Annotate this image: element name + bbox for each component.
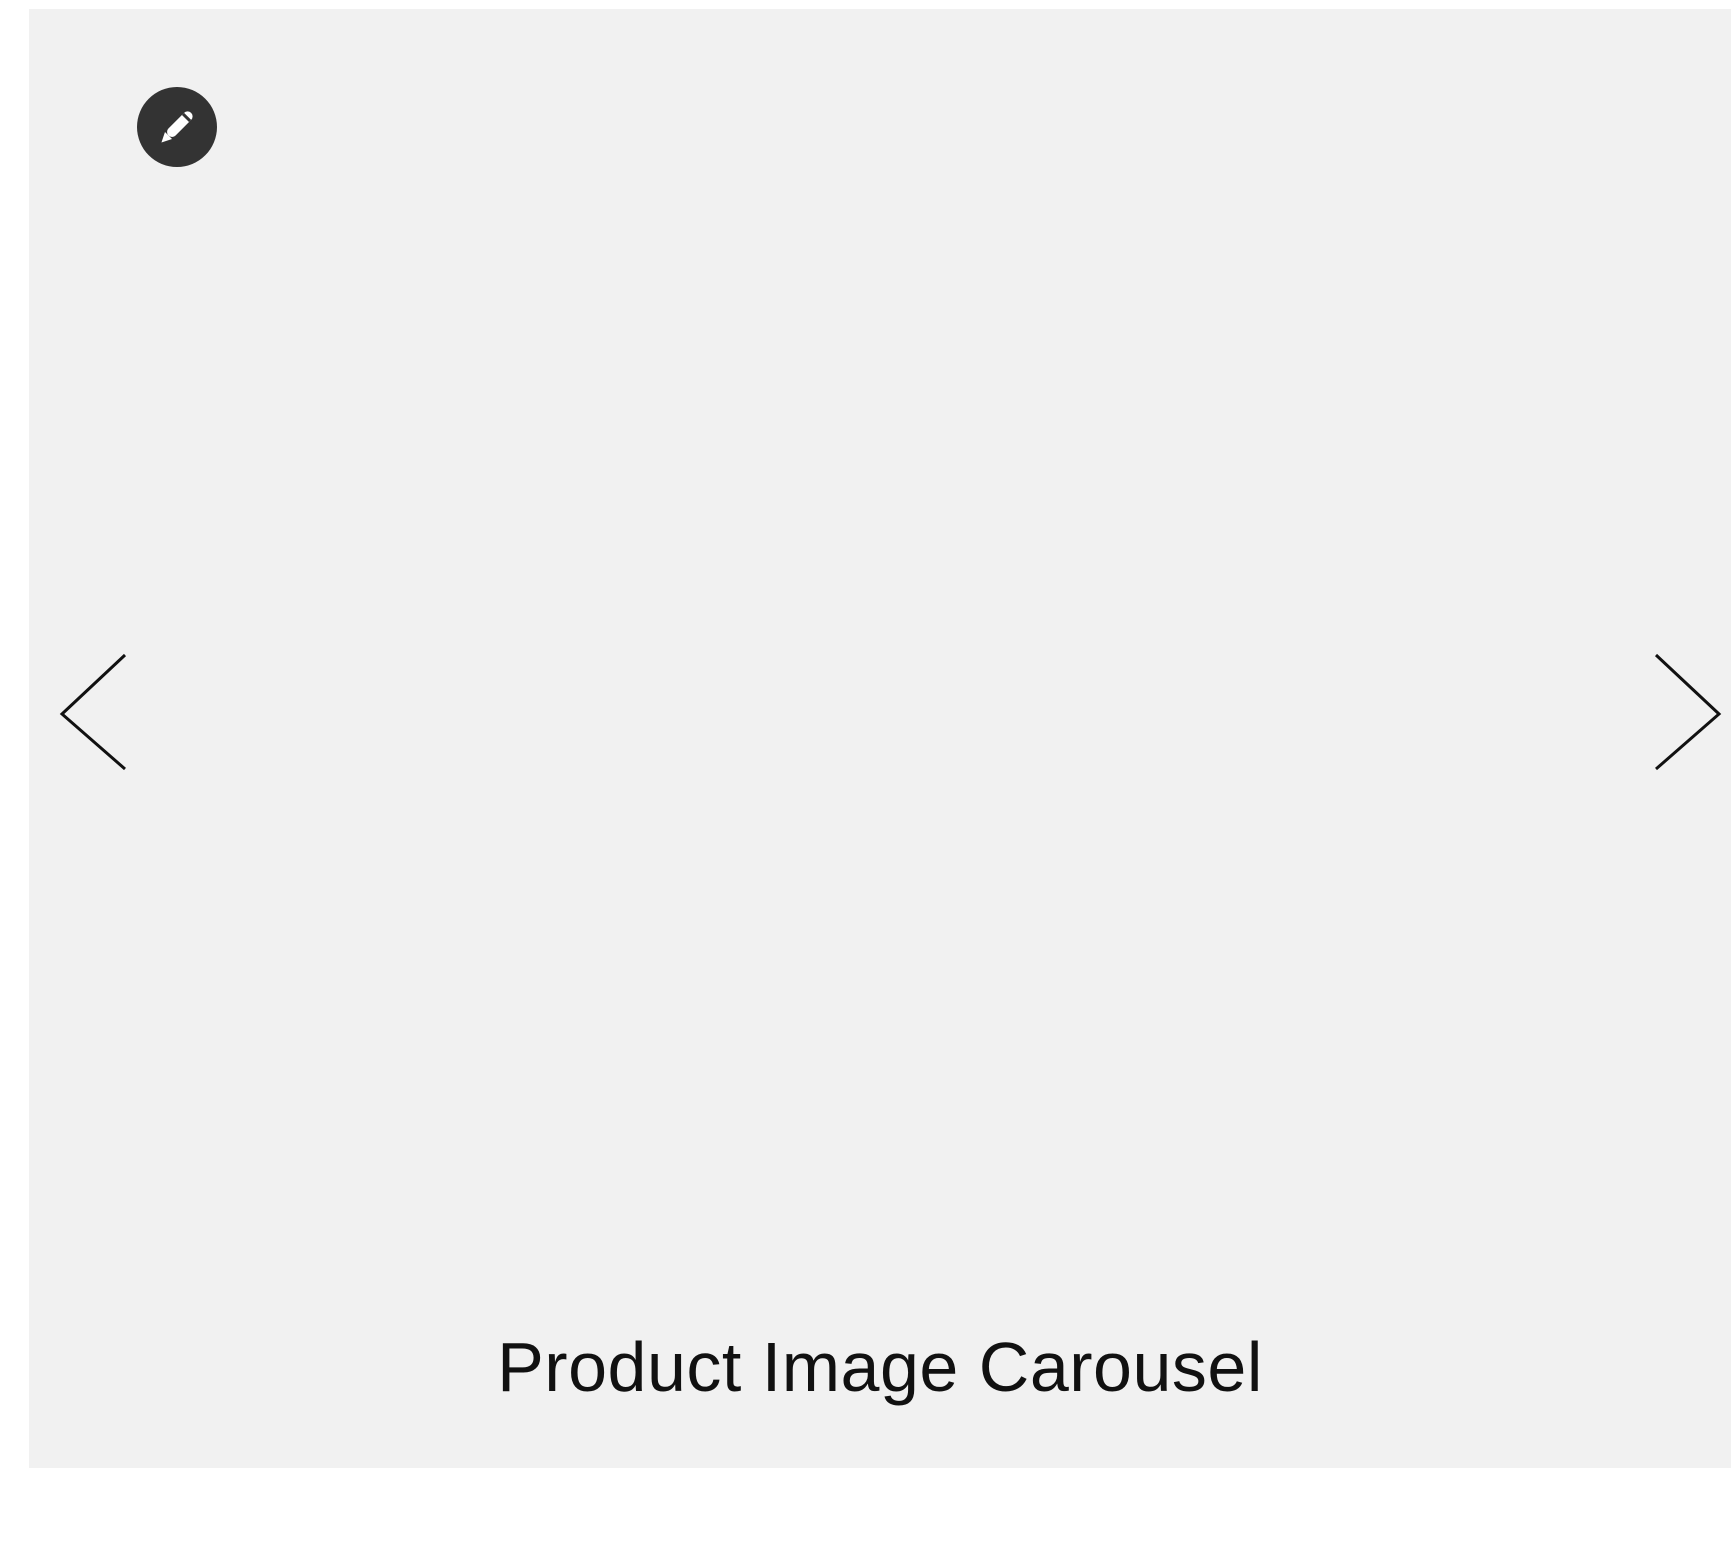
edit-button[interactable] [137, 87, 217, 167]
chevron-left-icon [57, 649, 137, 779]
chevron-right-icon [1649, 649, 1729, 779]
previous-slide-button[interactable] [57, 649, 137, 779]
product-image-carousel: Product Image Carousel [29, 9, 1731, 1468]
carousel-caption: Product Image Carousel [497, 1328, 1263, 1406]
next-slide-button[interactable] [1649, 649, 1729, 779]
